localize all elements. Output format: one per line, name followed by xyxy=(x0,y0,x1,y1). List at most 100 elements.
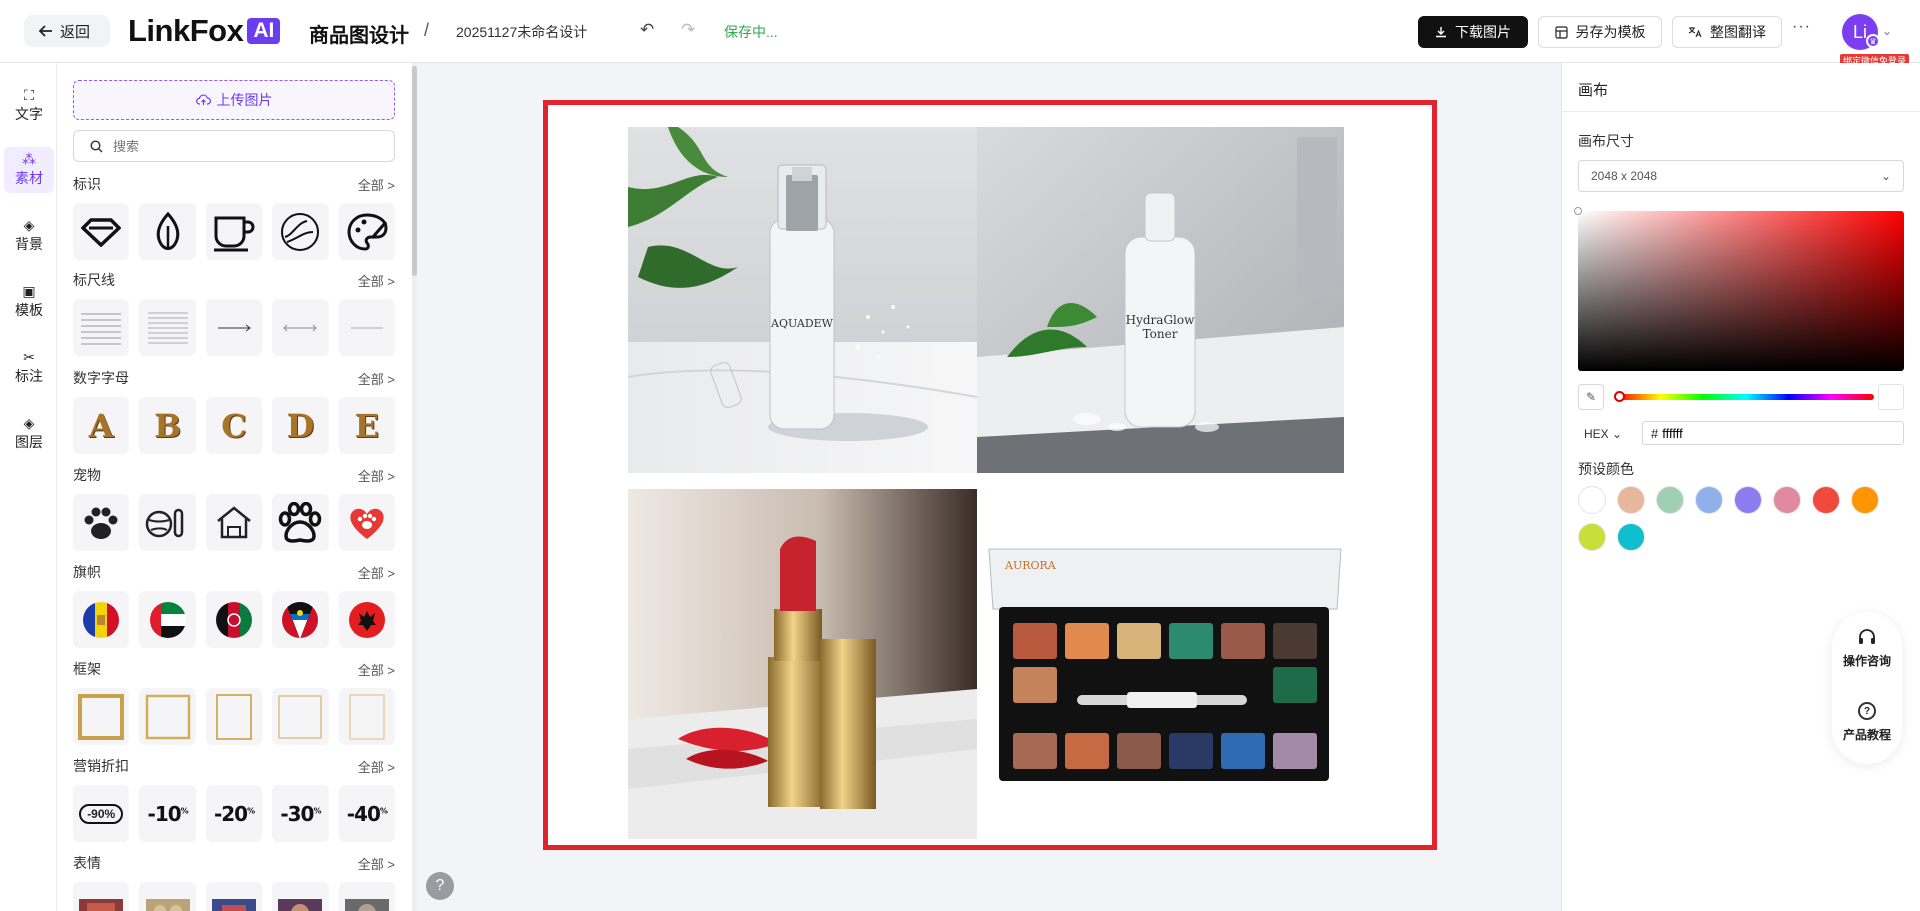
sticker-thumbnail[interactable] xyxy=(272,882,329,911)
rail-item-background[interactable]: ◈ 背景 xyxy=(4,213,54,259)
see-all-link[interactable]: 全部 > xyxy=(358,369,395,388)
document-name[interactable]: 20251127未命名设计 xyxy=(456,22,587,42)
flag-albania-icon[interactable] xyxy=(338,591,396,648)
gold-frame-icon[interactable] xyxy=(139,688,196,745)
back-button[interactable]: 返回 xyxy=(24,15,110,47)
preset-color-swatch[interactable] xyxy=(1617,523,1645,551)
see-all-link[interactable]: 全部 > xyxy=(358,660,395,679)
rail-item-text[interactable]: ⛶ 文字 xyxy=(4,83,54,129)
letter-tile[interactable]: C xyxy=(205,397,263,454)
translate-label: 整图翻译 xyxy=(1710,24,1766,40)
sticker-thumbnail[interactable] xyxy=(73,882,130,911)
ruler-lines-icon[interactable] xyxy=(73,299,130,356)
chevron-down-icon[interactable]: ⌄ xyxy=(1882,24,1892,38)
letter-tile[interactable]: A xyxy=(73,397,130,454)
more-icon[interactable]: ··· xyxy=(1792,18,1811,36)
properties-panel: 画布 画布尺寸 2048 x 2048 ⌄ ✎ HEX ⌄ # 预设颜色 xyxy=(1561,63,1920,911)
lipstick-photo[interactable] xyxy=(628,489,977,839)
preset-color-swatch[interactable] xyxy=(1617,486,1645,514)
hex-input[interactable] xyxy=(1662,425,1883,441)
discount-tile[interactable]: -10% xyxy=(139,785,196,842)
ruler-lines-icon[interactable] xyxy=(139,299,196,356)
discount-tile[interactable]: -30% xyxy=(272,785,329,842)
see-all-link[interactable]: 全部 > xyxy=(358,271,395,290)
palette-icon[interactable] xyxy=(338,203,396,260)
help-icon[interactable]: ? xyxy=(426,872,454,900)
top-bar: 返回 LinkFox AI 商品图设计 / 20251127未命名设计 ↶ ↷ … xyxy=(0,0,1920,68)
rail-item-layers[interactable]: ◈ 图层 xyxy=(4,411,54,457)
preset-color-swatch[interactable] xyxy=(1578,523,1606,551)
discount-tile[interactable]: -20% xyxy=(205,785,263,842)
arrow-line-icon[interactable] xyxy=(272,299,329,356)
flag-andorra-icon[interactable] xyxy=(73,591,130,648)
preset-color-swatch[interactable] xyxy=(1656,486,1684,514)
undo-icon[interactable]: ↶ xyxy=(640,20,654,40)
preset-color-swatch[interactable] xyxy=(1773,486,1801,514)
artboard[interactable]: AQUADEW HydraGlow Toner AURORA xyxy=(543,100,1437,850)
rail-item-annotation[interactable]: ✂ 标注 xyxy=(4,345,54,391)
search-box[interactable] xyxy=(73,130,395,162)
flag-uae-icon[interactable] xyxy=(139,591,196,648)
see-all-link[interactable]: 全部 > xyxy=(358,175,395,194)
download-button[interactable]: 下载图片 xyxy=(1418,16,1528,48)
paw-icon[interactable] xyxy=(73,494,130,551)
translate-button[interactable]: 整图翻译 xyxy=(1672,16,1782,48)
tutorial-button[interactable]: ? 产品教程 xyxy=(1832,702,1902,743)
letter-tile[interactable]: B xyxy=(139,397,196,454)
rail-item-template[interactable]: ▣ 模板 xyxy=(4,279,54,325)
flag-afghanistan-icon[interactable] xyxy=(205,591,263,648)
pet-ball-bone-icon[interactable] xyxy=(139,494,196,551)
serum-photo[interactable]: AQUADEW xyxy=(628,127,977,473)
discount-tile[interactable]: -90% xyxy=(73,785,130,842)
saturation-handle[interactable] xyxy=(1574,207,1582,215)
saturation-picker[interactable] xyxy=(1578,211,1904,371)
floating-help-bar: 操作咨询 ? 产品教程 xyxy=(1832,612,1902,764)
flag-antigua-icon[interactable] xyxy=(272,591,329,648)
search-input[interactable] xyxy=(113,138,373,154)
heart-paw-icon[interactable] xyxy=(338,494,396,551)
hue-handle[interactable] xyxy=(1614,391,1625,402)
redo-icon[interactable]: ↷ xyxy=(681,20,695,40)
sticker-thumbnail[interactable] xyxy=(139,882,196,911)
pet-house-icon[interactable] xyxy=(205,494,263,551)
coffee-cup-icon[interactable] xyxy=(205,203,263,260)
sticker-thumbnail[interactable] xyxy=(205,882,263,911)
rail-label: 素材 xyxy=(15,170,43,186)
see-all-link[interactable]: 全部 > xyxy=(358,466,395,485)
logo: LinkFox AI xyxy=(128,14,281,48)
asset-panel: 上传图片 标识 全部 > 标尺线 全部 > xyxy=(57,63,412,911)
eyedropper-icon[interactable]: ✎ xyxy=(1578,384,1604,410)
gold-frame-icon[interactable] xyxy=(73,688,130,745)
letter-tile[interactable]: E xyxy=(338,397,396,454)
canvas-size-select[interactable]: 2048 x 2048 ⌄ xyxy=(1578,160,1904,192)
preset-color-swatch[interactable] xyxy=(1851,486,1879,514)
hue-slider[interactable] xyxy=(1618,394,1874,400)
diamond-icon[interactable] xyxy=(73,203,130,260)
sticker-thumbnail[interactable] xyxy=(338,882,396,911)
preset-color-swatch[interactable] xyxy=(1812,486,1840,514)
save-template-button[interactable]: 另存为模板 xyxy=(1538,16,1662,48)
leaf-icon[interactable] xyxy=(139,203,196,260)
rail-item-assets[interactable]: ⁂ 素材 xyxy=(4,147,54,193)
wave-emblem-icon[interactable] xyxy=(272,203,329,260)
discount-tile[interactable]: -40% xyxy=(338,785,396,842)
consult-button[interactable]: 操作咨询 xyxy=(1832,628,1902,669)
upload-button[interactable]: 上传图片 xyxy=(73,80,395,120)
gold-frame-icon[interactable] xyxy=(338,688,396,745)
paw-outline-icon[interactable] xyxy=(272,494,329,551)
see-all-link[interactable]: 全部 > xyxy=(358,854,395,873)
eyeshadow-palette-photo[interactable]: AURORA xyxy=(977,489,1344,839)
see-all-link[interactable]: 全部 > xyxy=(358,563,395,582)
line-icon[interactable] xyxy=(338,299,396,356)
see-all-link[interactable]: 全部 > xyxy=(358,757,395,776)
gold-frame-icon[interactable] xyxy=(272,688,329,745)
preset-color-swatch[interactable] xyxy=(1695,486,1723,514)
toner-photo[interactable]: HydraGlow Toner xyxy=(977,127,1344,473)
color-format-select[interactable]: HEX ⌄ xyxy=(1584,427,1622,441)
letter-tile[interactable]: D xyxy=(272,397,329,454)
preset-color-swatch[interactable] xyxy=(1578,486,1606,514)
gold-frame-icon[interactable] xyxy=(205,688,263,745)
arrow-line-icon[interactable] xyxy=(205,299,263,356)
preset-color-swatch[interactable] xyxy=(1734,486,1762,514)
hex-field[interactable]: # xyxy=(1642,421,1904,445)
